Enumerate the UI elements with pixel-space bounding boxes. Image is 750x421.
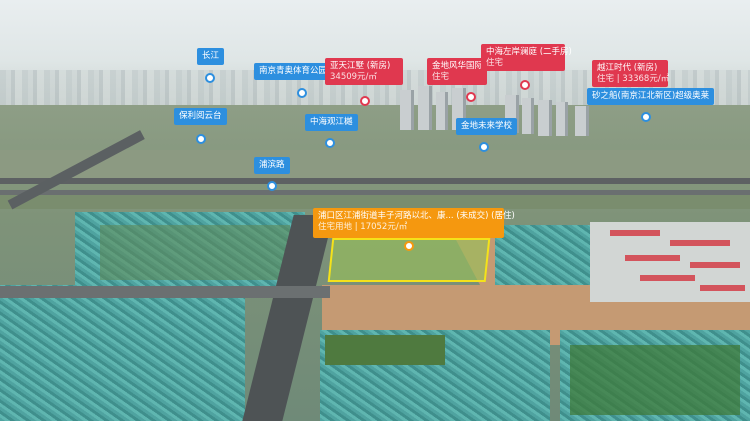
label-tag: (新房) bbox=[366, 61, 391, 71]
label-title: 中海左岸澜庭 bbox=[486, 47, 538, 57]
label-zhonghai-zuoan[interactable]: 中海左岸澜庭 (二手房) 住宅 bbox=[481, 44, 572, 72]
house-pin-icon[interactable] bbox=[360, 96, 370, 106]
crop-field bbox=[325, 335, 445, 365]
label-zhonghai-guanjiang[interactable]: 中海观江樾 bbox=[305, 114, 358, 131]
cross-road bbox=[0, 286, 330, 298]
green-field bbox=[100, 225, 290, 280]
tower bbox=[436, 92, 448, 130]
label-price: 33368元/㎡ bbox=[622, 73, 670, 84]
red-roof bbox=[610, 230, 660, 236]
tower bbox=[538, 100, 552, 136]
red-roof bbox=[690, 262, 740, 268]
label-text: 砂之船(南京江北新区)超级奥莱 bbox=[592, 91, 710, 101]
covered-lot bbox=[0, 285, 245, 421]
label-status: (未成交) bbox=[456, 211, 489, 221]
label-type: 住宅用地 bbox=[318, 221, 353, 232]
label-tag: (居住) bbox=[491, 211, 515, 221]
red-roof bbox=[670, 240, 730, 246]
label-type: 住宅 bbox=[486, 57, 504, 68]
shop-pin-icon[interactable] bbox=[641, 112, 651, 122]
label-tag: (新房) bbox=[633, 63, 658, 73]
tower bbox=[556, 102, 568, 136]
school-pin-icon[interactable] bbox=[479, 142, 489, 152]
label-type: 住宅 bbox=[597, 73, 615, 84]
tower bbox=[418, 86, 432, 130]
highway bbox=[0, 178, 750, 184]
label-title: 浦口区江浦街道丰子河路以北、康... bbox=[318, 211, 454, 221]
label-binjiang-guanyun[interactable]: 保利阅云台 bbox=[174, 108, 227, 125]
tree-field bbox=[570, 345, 740, 415]
label-puzhou-road[interactable]: 浦滨路 bbox=[254, 157, 290, 174]
house-pin-icon[interactable] bbox=[325, 138, 335, 148]
label-ship-land[interactable]: 砂之船(南京江北新区)超级奥莱 bbox=[587, 88, 715, 105]
house-pin-icon[interactable] bbox=[466, 92, 476, 102]
parcel-pin-icon[interactable] bbox=[404, 241, 414, 251]
house-pin-icon[interactable] bbox=[196, 134, 206, 144]
label-price: 17052元/㎡ bbox=[360, 221, 408, 232]
label-price: 34509元/㎡ bbox=[330, 71, 377, 82]
label-title: 亚天江墅 bbox=[330, 61, 365, 71]
tower bbox=[522, 98, 534, 134]
label-changjiang[interactable]: 长江 bbox=[197, 48, 225, 65]
label-tianjiang[interactable]: 亚天江墅 (新房) 34509元/㎡ bbox=[325, 58, 403, 86]
water-pin-icon[interactable] bbox=[205, 73, 215, 83]
tower bbox=[400, 90, 414, 130]
tower bbox=[575, 106, 589, 136]
label-title: 金地风华国际 bbox=[432, 61, 484, 71]
label-type: 住宅 bbox=[432, 71, 450, 82]
label-text: 保利阅云台 bbox=[179, 111, 222, 121]
label-text: 浦滨路 bbox=[259, 160, 285, 170]
label-text: 中海观江樾 bbox=[310, 117, 353, 127]
label-jindi-future[interactable]: 金地未来学校 bbox=[456, 118, 518, 135]
tree-line bbox=[0, 195, 750, 209]
red-roof bbox=[700, 285, 745, 291]
red-roof bbox=[625, 255, 680, 261]
label-jindi-fenghua[interactable]: 金地风华国际 住宅 bbox=[427, 58, 487, 86]
label-title: 越江时代 bbox=[597, 63, 632, 73]
house-pin-icon[interactable] bbox=[520, 80, 530, 90]
label-yuejiang[interactable]: 越江时代 (新房) 住宅 | 33368元/㎡ bbox=[592, 60, 670, 88]
label-tag: (二手房) bbox=[539, 47, 572, 57]
road-pin-icon[interactable] bbox=[267, 181, 277, 191]
venue-pin-icon[interactable] bbox=[297, 88, 307, 98]
red-roof bbox=[640, 275, 695, 281]
label-text: 长江 bbox=[202, 51, 220, 61]
label-parcel[interactable]: 浦口区江浦街道丰子河路以北、康... (未成交) (居住) 住宅用地 | 170… bbox=[313, 208, 515, 238]
label-text: 金地未来学校 bbox=[461, 121, 513, 131]
